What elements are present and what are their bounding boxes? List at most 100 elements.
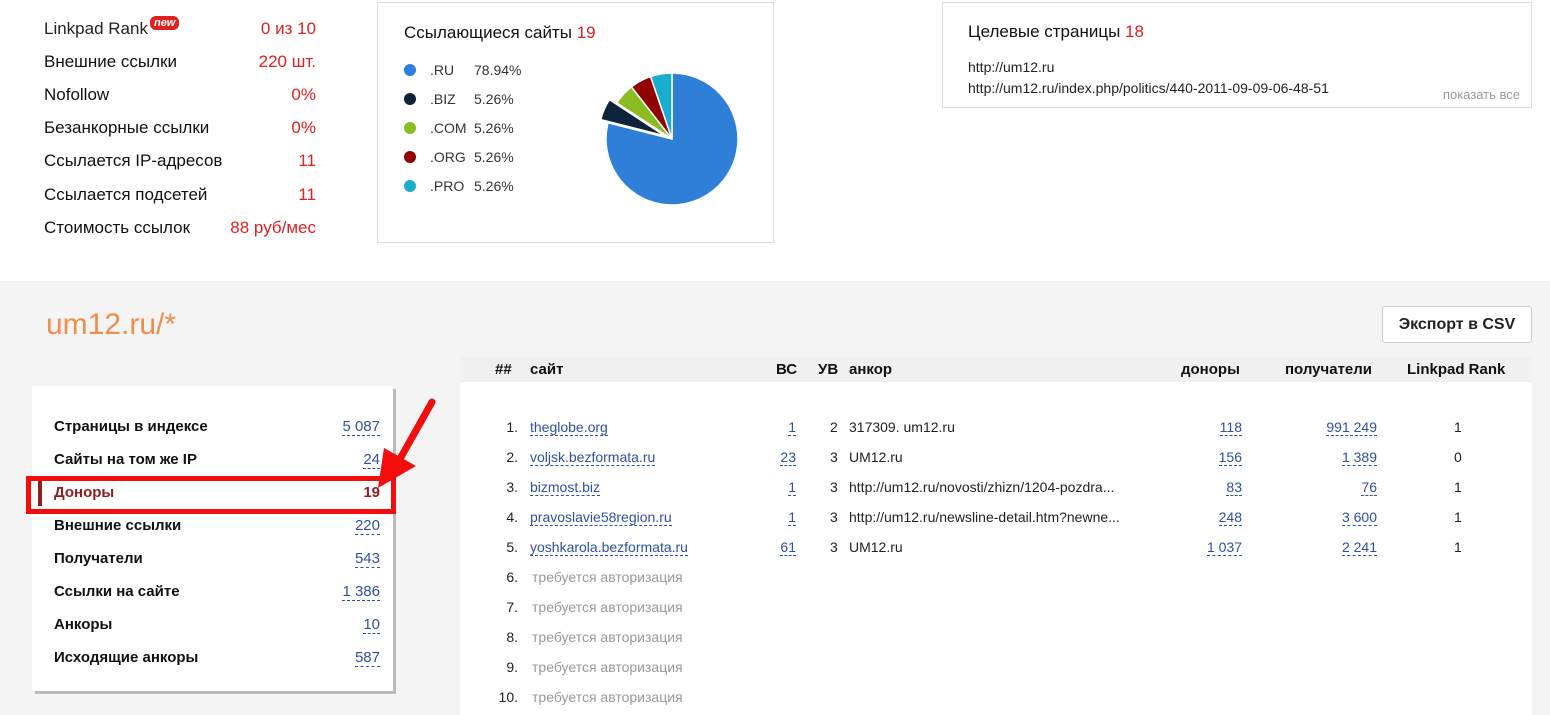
stat-subnets: Ссылается подсетей 11 xyxy=(44,178,316,211)
legend-item-org: .ORG 5.26% xyxy=(404,142,534,171)
col-recipients[interactable]: получатели xyxy=(1285,361,1372,378)
target-url[interactable]: http://um12.ru/index.php/politics/440-20… xyxy=(968,80,1329,96)
col-donors[interactable]: доноры xyxy=(1181,361,1240,378)
bc-link[interactable]: 23 xyxy=(780,449,796,466)
legend-dot xyxy=(404,121,416,134)
stat-value: 0% xyxy=(291,84,316,104)
table-row: 5. yoshkarola.bezformata.ru 61 3 UM12.ru… xyxy=(506,539,1462,556)
site-link[interactable]: pravoslavie58region.ru xyxy=(530,509,672,526)
site-link[interactable]: theglobe.org xyxy=(530,419,608,436)
annotation-highlight-box xyxy=(26,476,396,514)
recipients-link[interactable]: 1 389 xyxy=(1341,449,1377,466)
menu-count: 587 xyxy=(354,649,380,667)
donors-link[interactable]: 83 xyxy=(1226,479,1242,496)
donors-link[interactable]: 118 xyxy=(1219,419,1242,436)
menu-count: 1 386 xyxy=(342,583,380,601)
pie-legend: .RU 78.94% .BIZ 5.26% .COM 5.26% .ORG 5.26% … xyxy=(404,55,534,200)
legend-dot xyxy=(404,179,416,192)
legend-item-pro: .PRO 5.26% xyxy=(404,171,534,200)
col-uv[interactable]: УВ xyxy=(818,361,838,378)
stat-label: Ссылается IP-адресов xyxy=(44,151,223,171)
anchor-text: http://um12.ru/novosti/zhizn/1204-pozdra… xyxy=(849,479,1115,495)
menu-item-external-links[interactable]: Внешние ссылки 220 xyxy=(54,517,380,535)
site-link[interactable]: voljsk.bezformata.ru xyxy=(530,449,656,466)
table-row: 4. pravoslavie58region.ru 1 3 http://um1… xyxy=(506,509,1462,526)
auth-required-text: требуется авторизация xyxy=(532,659,683,675)
table-row-locked: 9. требуется авторизация xyxy=(506,659,683,675)
legend-item-com: .COM 5.26% xyxy=(404,113,534,142)
side-menu: Страницы в индексе 5 087 Сайты на том же … xyxy=(32,386,393,691)
stat-value: 220 шт. xyxy=(258,51,316,71)
stat-link-cost: Стоимость ссылок 88 руб/мес xyxy=(44,211,316,244)
export-csv-button[interactable]: Экспорт в CSV xyxy=(1382,306,1532,343)
stat-linkpad-rank: Linkpad Rank new 0 из 10 xyxy=(44,12,316,45)
menu-count: 10 xyxy=(363,616,380,634)
legend-dot xyxy=(404,92,416,105)
show-all-link[interactable]: показать все xyxy=(1443,87,1520,102)
col-bc[interactable]: ВС xyxy=(776,361,797,378)
menu-item-indexed-pages[interactable]: Страницы в индексе 5 087 xyxy=(54,418,380,436)
site-link[interactable]: bizmost.biz xyxy=(530,479,601,496)
stat-label: Внешние ссылки xyxy=(44,51,177,71)
legend-dot xyxy=(404,63,416,76)
stat-anchorless: Безанкорные ссылки 0% xyxy=(44,112,316,145)
anchor-text: 317309. um12.ru xyxy=(849,419,955,435)
stat-label: Ссылается подсетей xyxy=(44,184,208,204)
referring-sites-card: Ссылающиеся сайты 19 .RU 78.94% .BIZ 5.26%… xyxy=(377,2,774,243)
menu-item-anchors[interactable]: Анкоры 10 xyxy=(54,616,380,634)
stat-value: 11 xyxy=(298,184,316,204)
target-count: 18 xyxy=(1125,22,1144,41)
card-title: Целевые страницы 18 xyxy=(968,22,1144,41)
recipients-link[interactable]: 991 249 xyxy=(1326,419,1377,436)
menu-item-same-ip[interactable]: Сайты на том же IP 24 xyxy=(54,451,380,469)
table-row: 2. voljsk.bezformata.ru 23 3 UM12.ru 156… xyxy=(506,449,1462,466)
donors-link[interactable]: 156 xyxy=(1218,449,1242,466)
col-rank[interactable]: Linkpad Rank xyxy=(1407,361,1505,378)
table-row-locked: 7. требуется авторизация xyxy=(506,599,683,615)
col-anchor[interactable]: анкор xyxy=(849,361,892,378)
bc-link[interactable]: 61 xyxy=(780,539,796,556)
referring-count: 19 xyxy=(576,23,596,42)
bc-link[interactable]: 1 xyxy=(788,479,796,496)
legend-item-ru: .RU 78.94% xyxy=(404,55,534,84)
stat-value: 11 xyxy=(298,151,316,171)
auth-required-text: требуется авторизация xyxy=(532,689,683,705)
target-url[interactable]: http://um12.ru xyxy=(968,59,1054,75)
menu-count: 220 xyxy=(354,517,380,535)
new-badge: new xyxy=(149,15,180,30)
stat-ip-addresses: Ссылается IP-адресов 11 xyxy=(44,145,316,178)
donors-link[interactable]: 248 xyxy=(1218,509,1242,526)
col-site[interactable]: сайт xyxy=(530,361,563,378)
table-row-locked: 10. требуется авторизация xyxy=(498,689,683,705)
recipients-link[interactable]: 76 xyxy=(1361,479,1377,496)
recipients-link[interactable]: 2 241 xyxy=(1341,539,1377,556)
stat-label: Стоимость ссылок xyxy=(44,217,191,237)
menu-item-site-links[interactable]: Ссылки на сайте 1 386 xyxy=(54,583,380,601)
recipients-link[interactable]: 3 600 xyxy=(1341,509,1377,526)
col-num: ## xyxy=(495,361,512,378)
stat-label: Nofollow xyxy=(44,84,110,104)
table-row: 1. theglobe.org 1 2 317309. um12.ru 118 … xyxy=(506,419,1462,436)
stat-label: Linkpad Rank new xyxy=(44,15,180,39)
auth-required-text: требуется авторизация xyxy=(532,629,683,645)
stat-value: 0% xyxy=(291,118,316,138)
stat-label: Безанкорные ссылки xyxy=(44,118,210,138)
stat-value: 88 руб/мес xyxy=(230,217,316,237)
site-link[interactable]: yoshkarola.bezformata.ru xyxy=(530,539,688,556)
bc-link[interactable]: 1 xyxy=(788,419,796,436)
legend-item-biz: .BIZ 5.26% xyxy=(404,84,534,113)
anchor-text: UM12.ru xyxy=(849,539,903,555)
auth-required-text: требуется авторизация xyxy=(532,599,683,615)
site-title: um12.ru/* xyxy=(46,308,177,341)
menu-item-recipients[interactable]: Получатели 543 xyxy=(54,550,380,568)
donors-table: ## сайт ВС УВ анкор доноры получатели Li… xyxy=(460,357,1532,715)
card-title: Ссылающиеся сайты 19 xyxy=(404,23,596,42)
summary-stats: Linkpad Rank new 0 из 10 Внешние ссылки 2… xyxy=(44,12,316,244)
table-row: 3. bizmost.biz 1 3 http://um12.ru/novost… xyxy=(506,479,1462,496)
menu-item-outgoing-anchors[interactable]: Исходящие анкоры 587 xyxy=(54,649,380,667)
bc-link[interactable]: 1 xyxy=(788,509,796,526)
donors-link[interactable]: 1 037 xyxy=(1206,539,1242,556)
anchor-text: UM12.ru xyxy=(849,449,903,465)
annotation-arrow-icon xyxy=(378,398,436,488)
menu-count: 543 xyxy=(354,550,380,568)
